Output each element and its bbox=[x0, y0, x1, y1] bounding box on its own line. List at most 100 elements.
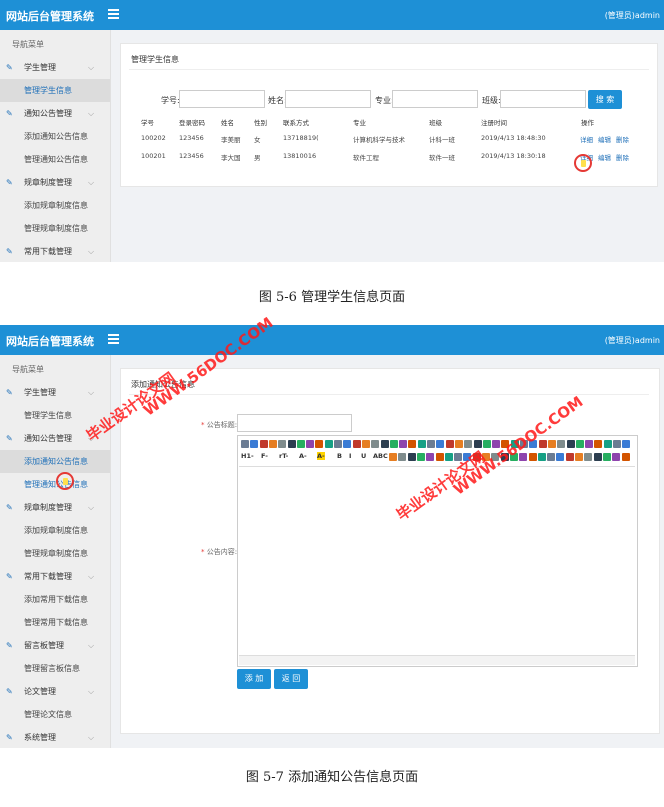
editor-tool-icon[interactable] bbox=[584, 453, 593, 461]
editor-tool-text[interactable]: U bbox=[361, 452, 366, 460]
nav-item-9[interactable]: 添加常用下载信息 bbox=[0, 588, 110, 611]
row-action-1[interactable]: 编辑 bbox=[598, 134, 611, 144]
nav-item-4[interactable]: 管理通知公告信息 bbox=[0, 473, 110, 496]
editor-tool-icon[interactable] bbox=[622, 440, 631, 448]
editor-tool-icon[interactable] bbox=[621, 453, 630, 461]
menu-toggle-icon[interactable] bbox=[108, 9, 119, 19]
editor-tool-icon[interactable] bbox=[268, 440, 277, 448]
nav-item-3[interactable]: 添加通知公告信息 bbox=[0, 450, 110, 473]
admin-user-label[interactable]: (管理员)admin bbox=[605, 335, 660, 346]
editor-tool-icon[interactable] bbox=[296, 440, 305, 448]
nav-item-3[interactable]: 添加通知公告信息 bbox=[0, 125, 110, 148]
nav-item-4[interactable]: 管理通知公告信息 bbox=[0, 148, 110, 171]
editor-tool-icon[interactable] bbox=[399, 440, 408, 448]
editor-tool-text[interactable]: F- bbox=[261, 452, 268, 460]
nav-item-14[interactable]: 管理论文信息 bbox=[0, 703, 110, 726]
editor-tool-icon[interactable] bbox=[389, 453, 397, 461]
editor-tool-icon[interactable] bbox=[352, 440, 361, 448]
editor-tool-icon[interactable] bbox=[613, 440, 621, 448]
search-button[interactable]: 搜 索 bbox=[588, 90, 622, 109]
editor-tool-icon[interactable] bbox=[408, 440, 417, 448]
editor-tool-icon[interactable] bbox=[538, 440, 547, 448]
editor-tool-icon[interactable] bbox=[547, 453, 556, 461]
editor-tool-icon[interactable] bbox=[464, 440, 473, 448]
editor-tool-icon[interactable] bbox=[315, 440, 324, 448]
editor-tool-icon[interactable] bbox=[241, 440, 249, 448]
add-button[interactable]: 添 加 bbox=[237, 669, 271, 689]
editor-tool-icon[interactable] bbox=[556, 453, 565, 461]
editor-tool-icon[interactable] bbox=[482, 440, 491, 448]
editor-resize-bar[interactable] bbox=[239, 655, 635, 665]
nav-item-7[interactable]: 管理规章制度信息 bbox=[0, 217, 110, 240]
nav-group-0[interactable]: ✎ 学生管理 ⌵ bbox=[0, 56, 110, 79]
nav-group-13[interactable]: ✎ 论文管理 ⌵ bbox=[0, 680, 110, 703]
editor-tool-icon[interactable] bbox=[435, 453, 444, 461]
editor-tool-icon[interactable] bbox=[454, 440, 463, 448]
editor-tool-icon[interactable] bbox=[594, 440, 603, 448]
editor-tool-icon[interactable] bbox=[445, 440, 454, 448]
editor-tool-icon[interactable] bbox=[250, 440, 259, 448]
editor-tool-icon[interactable] bbox=[427, 440, 435, 448]
editor-tool-icon[interactable] bbox=[361, 440, 370, 448]
nav-group-5[interactable]: ✎ 规章制度管理 ⌵ bbox=[0, 496, 110, 519]
editor-tool-icon[interactable] bbox=[612, 453, 621, 461]
editor-tool-icon[interactable] bbox=[557, 440, 566, 448]
editor-tool-icon[interactable] bbox=[371, 440, 380, 448]
editor-tool-icon[interactable] bbox=[444, 453, 453, 461]
editor-tool-icon[interactable] bbox=[287, 440, 296, 448]
editor-tool-text[interactable]: I bbox=[349, 452, 351, 460]
editor-tool-text[interactable]: A- bbox=[317, 452, 325, 460]
editor-tool-icon[interactable] bbox=[566, 440, 575, 448]
rich-text-editor[interactable]: H1- F-rT- A- A- B I U ABC bbox=[237, 435, 638, 667]
nav-group-8[interactable]: ✎ 常用下载管理 ⌵ bbox=[0, 565, 110, 588]
editor-tool-text[interactable]: H1- bbox=[241, 452, 254, 460]
editor-tool-icon[interactable] bbox=[426, 453, 435, 461]
nav-item-10[interactable]: 管理常用下载信息 bbox=[0, 611, 110, 634]
editor-tool-icon[interactable] bbox=[547, 440, 556, 448]
admin-user-label[interactable]: (管理员)admin bbox=[605, 10, 660, 21]
row-action-2[interactable]: 删除 bbox=[616, 152, 629, 162]
editor-tool-icon[interactable] bbox=[528, 453, 537, 461]
notice-title-input[interactable] bbox=[237, 414, 352, 432]
editor-tool-text[interactable]: A- bbox=[299, 452, 307, 460]
editor-tool-icon[interactable] bbox=[436, 440, 445, 448]
nav-group-0[interactable]: ✎ 学生管理 ⌵ bbox=[0, 381, 110, 404]
search-input-name[interactable] bbox=[285, 90, 371, 108]
search-input-class[interactable] bbox=[500, 90, 586, 108]
editor-tool-icon[interactable] bbox=[585, 440, 594, 448]
editor-tool-icon[interactable] bbox=[575, 453, 583, 461]
nav-group-15[interactable]: ✎ 系统管理 ⌵ bbox=[0, 726, 110, 748]
row-action-2[interactable]: 删除 bbox=[616, 134, 629, 144]
editor-tool-icon[interactable] bbox=[324, 440, 333, 448]
editor-tool-icon[interactable] bbox=[417, 440, 426, 448]
nav-group-11[interactable]: ✎ 留言板管理 ⌵ bbox=[0, 634, 110, 657]
nav-group-5[interactable]: ✎ 规章制度管理 ⌵ bbox=[0, 171, 110, 194]
nav-group-2[interactable]: ✎ 通知公告管理 ⌵ bbox=[0, 102, 110, 125]
row-action-0[interactable]: 详细 bbox=[580, 134, 593, 144]
editor-tool-icon[interactable] bbox=[602, 453, 611, 461]
editor-tool-icon[interactable] bbox=[334, 440, 342, 448]
nav-item-1[interactable]: 管理学生信息 bbox=[0, 79, 110, 102]
editor-tool-icon[interactable] bbox=[398, 453, 407, 461]
editor-tool-icon[interactable] bbox=[259, 440, 268, 448]
editor-tool-icon[interactable] bbox=[407, 453, 416, 461]
nav-item-6[interactable]: 添加规章制度信息 bbox=[0, 519, 110, 542]
editor-tool-icon[interactable] bbox=[593, 453, 602, 461]
editor-tool-icon[interactable] bbox=[306, 440, 315, 448]
row-action-1[interactable]: 编辑 bbox=[598, 152, 611, 162]
back-button[interactable]: 返 回 bbox=[274, 669, 308, 689]
menu-toggle-icon[interactable] bbox=[108, 334, 119, 344]
editor-tool-icon[interactable] bbox=[389, 440, 398, 448]
editor-tool-icon[interactable] bbox=[380, 440, 389, 448]
nav-item-12[interactable]: 管理留言板信息 bbox=[0, 657, 110, 680]
search-input-major[interactable] bbox=[392, 90, 478, 108]
editor-tool-icon[interactable] bbox=[603, 440, 612, 448]
editor-tool-icon[interactable] bbox=[278, 440, 287, 448]
editor-tool-icon[interactable] bbox=[565, 453, 574, 461]
nav-item-6[interactable]: 添加规章制度信息 bbox=[0, 194, 110, 217]
editor-tool-icon[interactable] bbox=[537, 453, 546, 461]
editor-tool-text[interactable]: ABC bbox=[373, 452, 388, 460]
nav-item-7[interactable]: 管理规章制度信息 bbox=[0, 542, 110, 565]
editor-tool-text[interactable]: B bbox=[337, 452, 342, 460]
editor-tool-text[interactable]: rT- bbox=[279, 452, 288, 460]
